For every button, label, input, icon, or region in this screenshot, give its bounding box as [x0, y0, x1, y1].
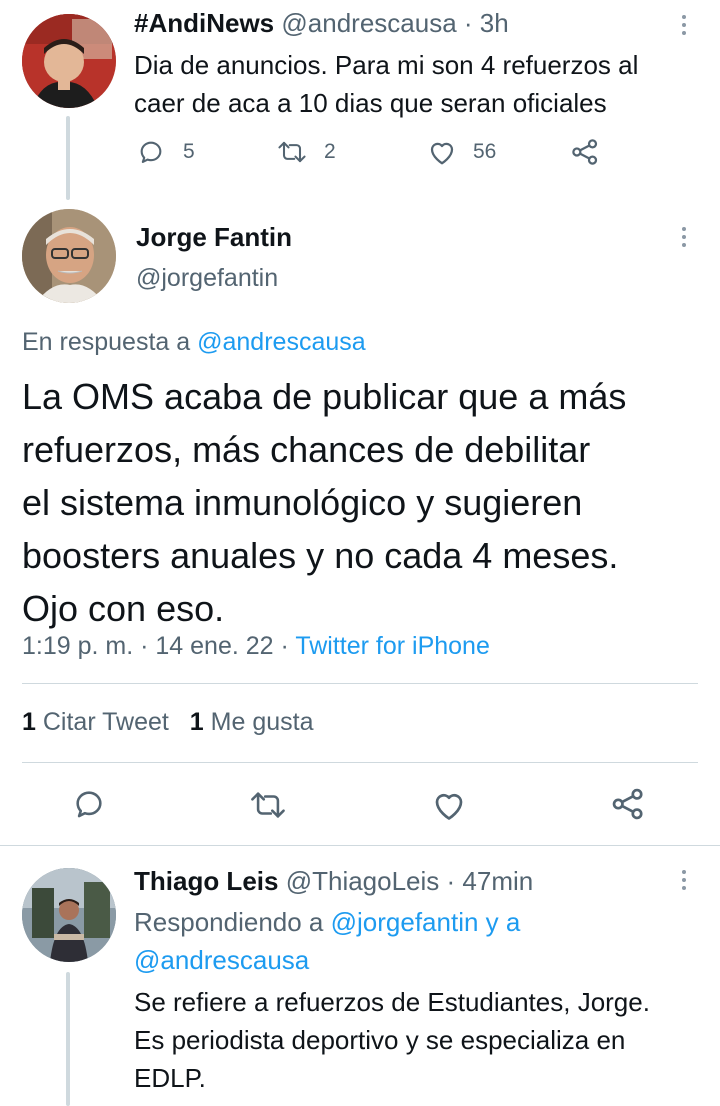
share-button[interactable]: [570, 137, 600, 167]
reply-icon: [140, 141, 162, 163]
like-icon: [430, 142, 454, 165]
tweet-text-line: refuerzos, más chances de debilitar: [22, 429, 591, 470]
reply-tweet-header: Thiago Leis @ThiagoLeis · 47min: [134, 866, 533, 897]
replying-to-line: Respondiendo a @jorgefantin y a: [134, 903, 520, 941]
reply-button[interactable]: 5: [137, 138, 195, 166]
reply-context: En respuesta a @andrescausa: [22, 328, 366, 357]
tweet-text: La OMS acaba de publicar que a más refue…: [22, 370, 626, 635]
divider: [22, 683, 698, 684]
retweet-button[interactable]: [248, 788, 288, 822]
tweet-time[interactable]: · 3h: [464, 8, 509, 38]
mention-link[interactable]: @andrescausa: [134, 941, 520, 979]
engagement-stats: 1 Citar Tweet 1 Me gusta: [22, 708, 314, 737]
tweet-text-line: Dia de anuncios. Para mi son 4 refuerzos…: [134, 50, 639, 80]
more-icon[interactable]: [681, 227, 687, 247]
handle[interactable]: @andrescausa: [281, 8, 456, 38]
tweet-text-line: EDLP.: [134, 1063, 206, 1093]
tweet-text-line: boosters anuales y no cada 4 meses.: [22, 535, 619, 576]
share-icon: [572, 139, 598, 165]
divider: [0, 845, 720, 846]
retweet-button[interactable]: 2: [276, 138, 336, 166]
like-icon: [435, 793, 463, 820]
like-button[interactable]: 56: [427, 138, 496, 166]
quote-tweets-stat[interactable]: 1 Citar Tweet: [22, 708, 176, 736]
tweet-text-line: Ojo con eso.: [22, 588, 225, 629]
replying-prefix: Respondiendo a: [134, 907, 324, 937]
tweet-text: Dia de anuncios. Para mi son 4 refuerzos…: [134, 46, 638, 122]
avatar-jorgefantin[interactable]: [22, 209, 116, 303]
like-count: 56: [473, 140, 497, 163]
share-icon: [612, 788, 643, 820]
handle[interactable]: @jorgefantin: [136, 264, 278, 293]
divider: [22, 762, 698, 763]
more-icon[interactable]: [681, 870, 687, 890]
retweet-icon: [251, 792, 285, 818]
tweet-text-line: Es periodista deportivo y se especializa…: [134, 1025, 626, 1055]
retweet-count: 2: [324, 140, 336, 163]
source-link[interactable]: Twitter for iPhone: [295, 632, 490, 660]
like-label: Me gusta: [210, 708, 314, 736]
tweet-text-line: caer de aca a 10 dias que seran oficiale…: [134, 88, 607, 118]
likes-stat[interactable]: 1 Me gusta: [190, 708, 314, 736]
reply-prefix: En respuesta a: [22, 328, 191, 356]
tweet-text-line: Se refiere a refuerzos de Estudiantes, J…: [134, 987, 650, 1017]
tweet-time[interactable]: · 47min: [447, 866, 534, 896]
like-button[interactable]: [431, 788, 467, 822]
thread-line-top: [66, 116, 70, 200]
quote-count: 1: [22, 708, 36, 736]
avatar-image: [22, 14, 116, 108]
mention-link[interactable]: @jorgefantin y a: [331, 907, 521, 937]
display-name[interactable]: Jorge Fantin: [136, 222, 292, 253]
avatar-andrescausa[interactable]: [22, 14, 116, 108]
reply-button[interactable]: [72, 787, 106, 821]
tweet-text-line: La OMS acaba de publicar que a más: [22, 376, 627, 417]
handle[interactable]: @ThiagoLeis: [286, 866, 440, 896]
display-name[interactable]: #AndiNews: [134, 8, 274, 38]
tweet-meta: 1:19 p. m. · 14 ene. 22 · Twitter for iP…: [22, 632, 490, 661]
avatar-image: [22, 868, 116, 962]
avatar-thiagoleis[interactable]: [22, 868, 116, 962]
tweet-text: Se refiere a refuerzos de Estudiantes, J…: [134, 983, 650, 1097]
share-button[interactable]: [610, 786, 646, 822]
context-tweet-header: #AndiNews @andrescausa · 3h: [134, 8, 509, 39]
avatar-image: [22, 209, 116, 303]
mention-link[interactable]: @andrescausa: [197, 328, 366, 356]
tweet-text-line: el sistema inmunológico y sugieren: [22, 482, 583, 523]
display-name[interactable]: Thiago Leis: [134, 866, 278, 896]
reply-icon: [76, 791, 102, 818]
replying-to: Respondiendo a @jorgefantin y a @andresc…: [134, 903, 520, 979]
quote-label: Citar Tweet: [42, 708, 169, 736]
thread-line-bottom: [66, 972, 70, 1106]
reply-count: 5: [183, 140, 195, 163]
retweet-icon: [278, 141, 306, 163]
more-icon[interactable]: [681, 15, 687, 35]
like-count: 1: [189, 708, 204, 736]
timestamp[interactable]: 1:19 p. m. · 14 ene. 22 ·: [22, 632, 289, 660]
